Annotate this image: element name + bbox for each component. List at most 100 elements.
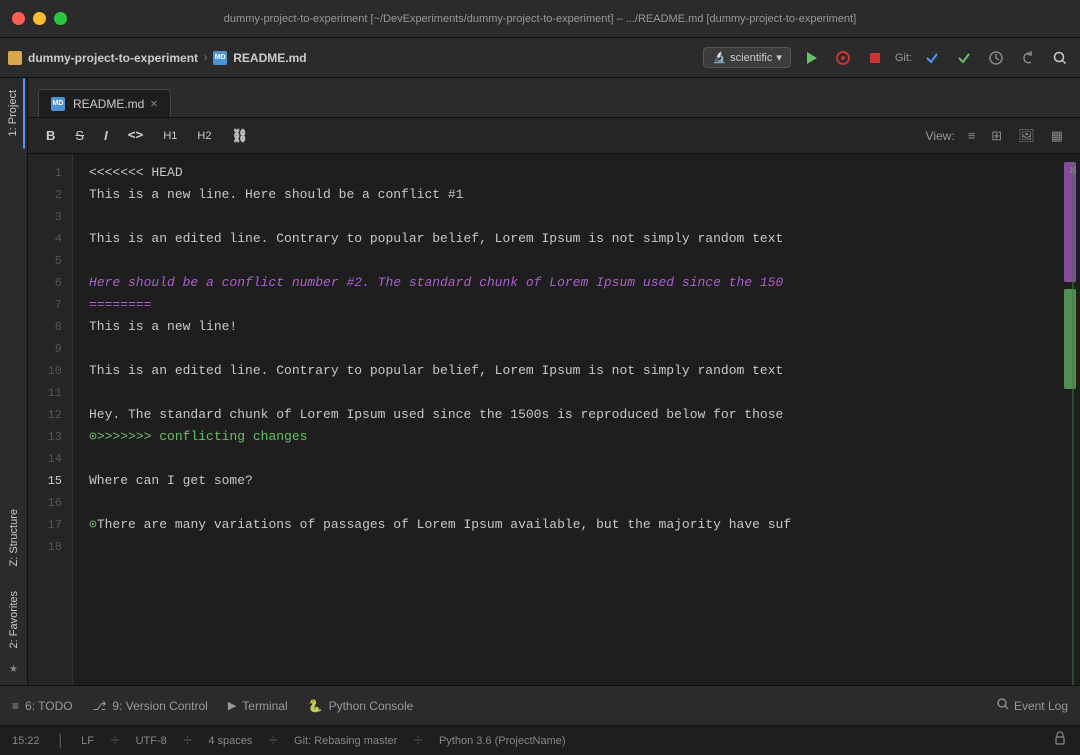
bold-button[interactable]: B (40, 125, 61, 146)
right-gutter: ✕ (1062, 154, 1080, 685)
status-python[interactable]: Python 3.6 (ProjectName) (439, 735, 566, 747)
view-icons: ≡ ⊞ 🖼 ▦ (963, 125, 1068, 147)
line-num-15: 15 (28, 470, 62, 492)
search-button[interactable] (1048, 46, 1072, 70)
git-push-button[interactable] (952, 46, 976, 70)
git-check-button[interactable] (920, 46, 944, 70)
line-num-14: 14 (28, 448, 62, 470)
vertical-change-line (1072, 162, 1074, 685)
code-content: 1 2 3 4 5 6 7 8 9 10 11 12 13 14 15 16 1… (28, 154, 1080, 685)
run-button[interactable] (799, 46, 823, 70)
code-line-5 (89, 250, 1062, 272)
editor-tabs: MD README.md ✕ (28, 78, 1080, 118)
tab-label: README.md (73, 97, 144, 111)
code-line-7: ======== (89, 294, 1062, 316)
breadcrumb: dummy-project-to-experiment › MD README.… (8, 51, 699, 65)
breadcrumb-separator: › (202, 51, 209, 65)
close-button[interactable] (12, 12, 25, 25)
status-position: 15:22 (12, 735, 40, 747)
code-line-12: Hey. The standard chunk of Lorem Ipsum u… (89, 404, 1062, 426)
lock-icon (1052, 730, 1068, 746)
status-line-ending[interactable]: LF (81, 735, 94, 747)
line-num-18: 18 (28, 536, 62, 558)
maximize-button[interactable] (54, 12, 67, 25)
stop-button[interactable] (863, 46, 887, 70)
strikethrough-button[interactable]: S (69, 125, 90, 146)
sidebar-tab-structure[interactable]: Z: Structure (4, 497, 24, 578)
vcs-label: 9: Version Control (112, 699, 207, 713)
code-line-1: <<<<<<< HEAD (89, 162, 1062, 184)
code-line-6: Here should be a conflict number #2. The… (89, 272, 1062, 294)
event-log-button[interactable]: Event Log (996, 697, 1068, 714)
code-line-18 (89, 536, 1062, 558)
breadcrumb-file[interactable]: MD README.md (213, 51, 306, 65)
line-num-1: 1 (28, 162, 62, 184)
code-line-2: This is a new line. Here should be a con… (89, 184, 1062, 206)
python-tool[interactable]: 🐍 Python Console (308, 699, 414, 713)
todo-tool[interactable]: ≡ 6: TODO (12, 699, 73, 713)
toolbar-right: 🔬 scientific ▾ Git: (703, 46, 1072, 70)
code-line-3 (89, 206, 1062, 228)
line-num-4: 4 (28, 228, 62, 250)
link-button[interactable]: ⛓ (225, 125, 254, 147)
code-button[interactable]: <> (122, 125, 150, 146)
status-indent[interactable]: 4 spaces (208, 735, 252, 747)
left-sidebar: 1: Project Z: Structure 2: Favorites ★ (0, 78, 28, 685)
code-line-17: ⊙There are many variations of passages o… (89, 514, 1062, 536)
tab-md-icon: MD (51, 97, 65, 111)
vcs-icon: ⎇ (93, 699, 107, 713)
bottom-toolbar: ≡ 6: TODO ⎇ 9: Version Control ▶ Termina… (0, 685, 1080, 725)
code-line-10: This is an edited line. Contrary to popu… (89, 360, 1062, 382)
format-bar: B S I <> H1 H2 ⛓ View: ≡ ⊞ 🖼 ▦ (28, 118, 1080, 154)
favorites-star-icon[interactable]: ★ (9, 660, 17, 677)
status-git[interactable]: Git: Rebasing master (294, 735, 397, 747)
view-split-button[interactable]: ⊞ (986, 125, 1007, 147)
sidebar-tab-project[interactable]: 1: Project (3, 78, 25, 148)
editor-wrapper: MD README.md ✕ B S I <> H1 H2 ⛓ View: ≡ … (28, 78, 1080, 685)
line-num-16: 16 (28, 492, 62, 514)
event-log-label: Event Log (1014, 699, 1068, 713)
window-title: dummy-project-to-experiment [~/DevExperi… (224, 13, 856, 25)
line-num-11: 11 (28, 382, 62, 404)
status-encoding[interactable]: UTF-8 (136, 735, 167, 747)
conflict-marker-green (1064, 289, 1076, 389)
line-num-6: 6 (28, 272, 62, 294)
event-log-search-icon (996, 697, 1010, 714)
tab-close-icon[interactable]: ✕ (150, 96, 157, 111)
h1-button[interactable]: H1 (157, 127, 183, 145)
italic-button[interactable]: I (98, 125, 114, 146)
terminal-label: Terminal (242, 699, 287, 713)
terminal-icon: ▶ (228, 699, 236, 712)
line-numbers: 1 2 3 4 5 6 7 8 9 10 11 12 13 14 15 16 1… (28, 154, 73, 685)
main-toolbar: dummy-project-to-experiment › MD README.… (0, 38, 1080, 78)
code-lines[interactable]: <<<<<<< HEAD This is a new line. Here sh… (73, 154, 1062, 685)
h2-button[interactable]: H2 (191, 127, 217, 145)
line-num-17: 17 (28, 514, 62, 536)
view-label: View: (926, 129, 955, 143)
code-line-9 (89, 338, 1062, 360)
profile-selector[interactable]: 🔬 scientific ▾ (703, 47, 790, 68)
title-bar: dummy-project-to-experiment [~/DevExperi… (0, 0, 1080, 38)
debug-button[interactable] (831, 46, 855, 70)
terminal-tool[interactable]: ▶ Terminal (228, 699, 288, 713)
python-label: Python Console (329, 699, 414, 713)
view-list-button[interactable]: ≡ (963, 125, 981, 146)
tab-readme[interactable]: MD README.md ✕ (38, 89, 171, 117)
vcs-tool[interactable]: ⎇ 9: Version Control (93, 699, 208, 713)
line-num-3: 3 (28, 206, 62, 228)
conflict-marker-purple (1064, 162, 1076, 282)
line-num-8: 8 (28, 316, 62, 338)
line-num-5: 5 (28, 250, 62, 272)
sidebar-tab-favorites[interactable]: 2: Favorites (4, 579, 24, 660)
view-table-button[interactable]: ▦ (1046, 125, 1068, 147)
code-line-16 (89, 492, 1062, 514)
breadcrumb-project[interactable]: dummy-project-to-experiment (8, 51, 198, 65)
code-line-4: This is an edited line. Contrary to popu… (89, 228, 1062, 250)
git-rollback-button[interactable] (1016, 46, 1040, 70)
minimize-button[interactable] (33, 12, 46, 25)
git-history-button[interactable] (984, 46, 1008, 70)
view-preview-button[interactable]: 🖼 (1013, 125, 1040, 147)
python-icon: 🐍 (308, 699, 323, 713)
window-controls[interactable] (12, 12, 67, 25)
code-line-8: This is a new line! (89, 316, 1062, 338)
